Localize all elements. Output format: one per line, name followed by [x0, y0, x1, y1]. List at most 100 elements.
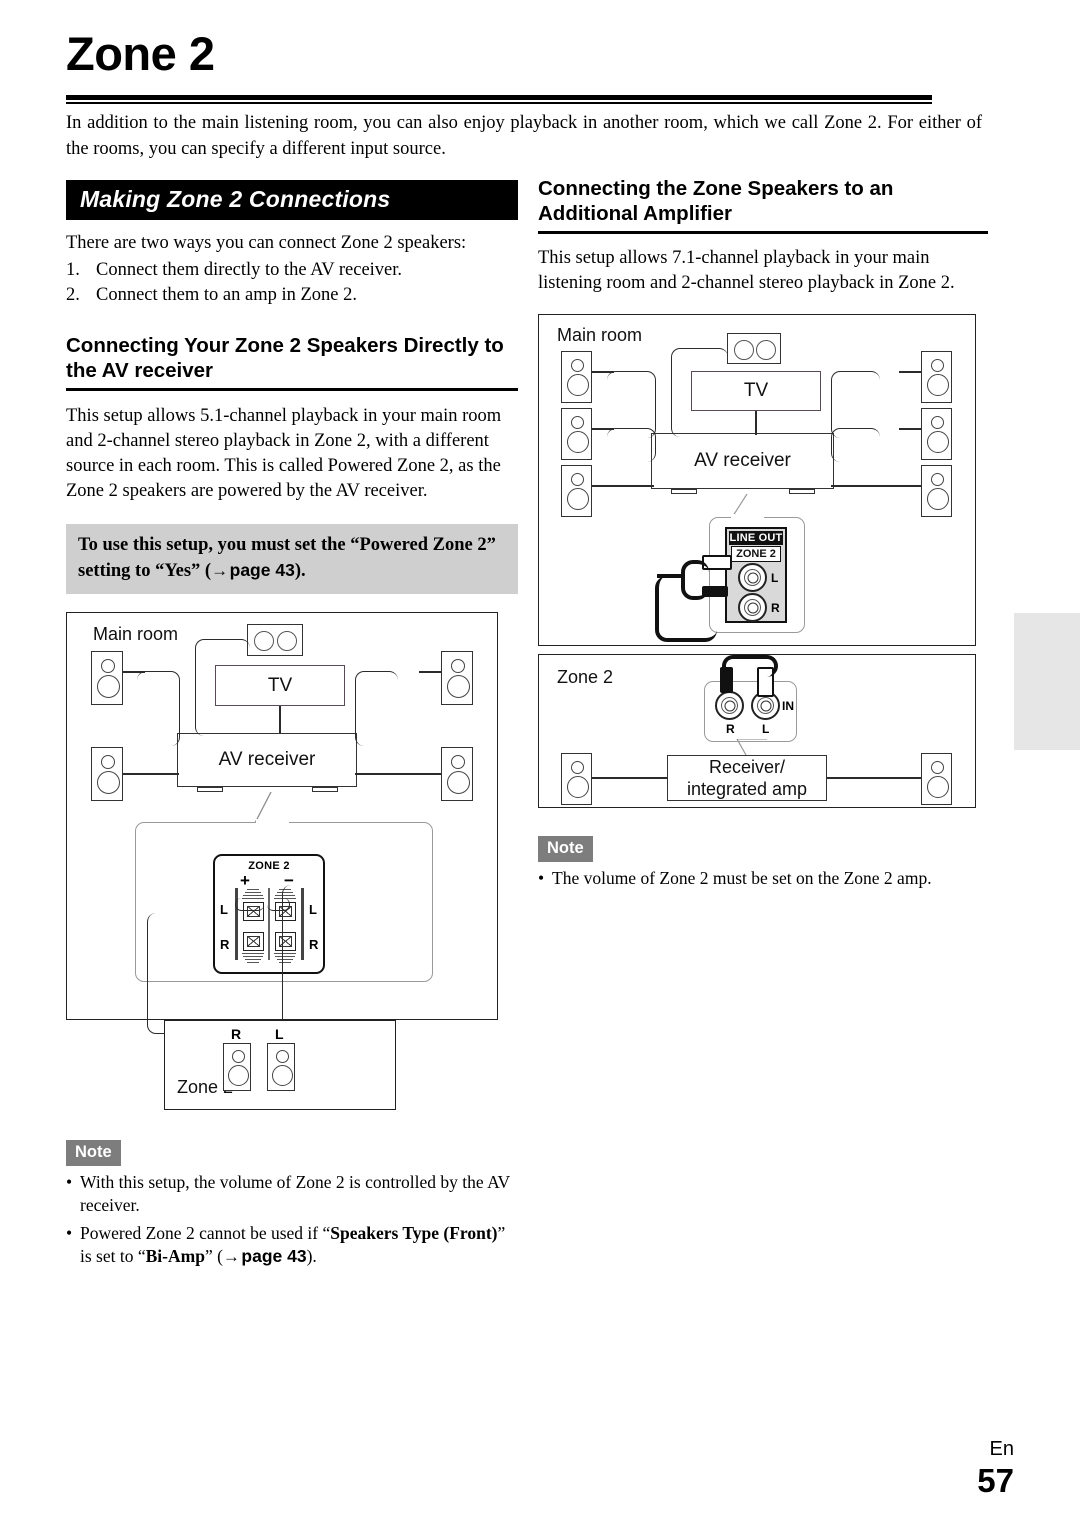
wire-center-speaker — [195, 639, 250, 736]
left-body-text: This setup allows 5.1-channel playback i… — [66, 406, 502, 501]
zone2-amp-room-diagram: Zone 2 IN R L Receiver/ integrated amp — [538, 654, 976, 808]
speaker-front-right — [441, 651, 473, 705]
cable-lineout-down — [655, 576, 717, 642]
manual-page: Zone 2 In addition to the main listening… — [0, 0, 1080, 1526]
tweeter-icon — [101, 659, 115, 673]
speaker-center — [247, 624, 303, 656]
zone2-speaker-r-label: R — [231, 1026, 242, 1042]
section-banner: Making Zone 2 Connections — [66, 180, 518, 220]
woofer-icon — [567, 776, 589, 798]
left-column: Making Zone 2 Connections There are two … — [66, 180, 518, 1268]
right-column: Connecting the Zone Speakers to an Addit… — [538, 176, 988, 890]
wire-zone2-left-run — [282, 885, 371, 1034]
note-item: • With this setup, the volume of Zone 2 … — [66, 1171, 518, 1217]
speaker-surround-back-left — [561, 465, 592, 517]
tweeter-icon — [101, 755, 115, 769]
note-text: With this setup, the volume of Zone 2 is… — [80, 1172, 510, 1215]
zone2-speaker-room: Zone 2 R L — [164, 1020, 396, 1110]
lineout-r-label: R — [771, 601, 780, 615]
woofer-icon — [927, 431, 949, 453]
tweeter-icon — [276, 1050, 289, 1063]
driver-icon — [734, 340, 754, 360]
receiver-foot — [312, 787, 338, 792]
left-notes-list: • With this setup, the volume of Zone 2 … — [66, 1171, 518, 1268]
bullet-icon: • — [538, 868, 545, 888]
tweeter-icon — [451, 755, 465, 769]
title-rule-thick — [66, 95, 932, 100]
woofer-icon — [228, 1065, 249, 1086]
woofer-icon — [927, 776, 949, 798]
tweeter-icon — [571, 761, 584, 774]
woofer-icon — [567, 431, 589, 453]
receiver-foot — [197, 787, 223, 792]
in-l-label: L — [762, 722, 770, 736]
footer-language: En — [989, 1438, 1014, 1460]
zone2-speaker-right — [921, 753, 952, 805]
wire-amp-to-right-speaker — [827, 777, 921, 779]
zone2-speaker-l-label: L — [275, 1026, 284, 1042]
arrow-icon: → — [211, 561, 229, 580]
speaker-front-right — [921, 351, 952, 403]
woofer-icon — [567, 488, 589, 510]
left-subheading: Connecting Your Zone 2 Speakers Directly… — [66, 334, 504, 382]
driver-icon — [254, 631, 274, 651]
callout-text-end: ). — [294, 561, 306, 581]
receiver-foot — [671, 489, 697, 494]
wire-center-speaker — [671, 348, 728, 437]
av-receiver-box: AV receiver — [651, 433, 834, 489]
note-item: • The volume of Zone 2 must be set on th… — [538, 867, 988, 890]
tweeter-icon — [451, 659, 465, 673]
speaker-surround-back-right — [921, 465, 952, 517]
note-text: The volume of Zone 2 must be set on the … — [552, 868, 932, 888]
wire-front-right — [899, 371, 921, 373]
tweeter-icon — [931, 416, 944, 429]
list-number: 1. — [66, 260, 80, 280]
av-receiver-box: AV receiver — [177, 733, 357, 787]
connection-methods-list: 1. Connect them directly to the AV recei… — [66, 258, 518, 308]
zone2-speaker-left — [267, 1043, 295, 1091]
lineout-jack-panel: LINE OUT ZONE 2 L R — [725, 527, 787, 623]
subheading-rule — [538, 231, 988, 234]
woofer-icon — [97, 771, 120, 794]
driver-icon — [277, 631, 297, 651]
note-item: • Powered Zone 2 cannot be used if “Spea… — [66, 1222, 518, 1268]
amp-label-line1: Receiver/ — [708, 757, 786, 777]
wire-surround-left — [123, 773, 179, 775]
receiver-foot — [789, 489, 815, 494]
woofer-icon — [927, 488, 949, 510]
zone2-speaker-left — [561, 753, 592, 805]
wire-front-left-bend — [137, 671, 180, 746]
callout-page-ref: page 43 — [229, 560, 295, 580]
arrow-icon: → — [222, 1247, 240, 1266]
speaker-center — [727, 333, 781, 364]
subheading-rule — [66, 388, 518, 391]
tweeter-icon — [571, 416, 584, 429]
zone2-room-label: Zone 2 — [557, 667, 614, 687]
tweeter-icon — [571, 359, 584, 372]
right-note-section: Note • The volume of Zone 2 must be set … — [538, 836, 988, 890]
intro-paragraph: In addition to the main listening room, … — [66, 113, 982, 159]
zone2-speaker-right — [223, 1043, 251, 1091]
diagram-room-label: Main room — [93, 624, 179, 644]
diagram-room-label: Main room — [557, 325, 643, 345]
wire-surround-right — [899, 428, 921, 430]
bullet-icon: • — [66, 1223, 73, 1243]
title-rule-thin — [66, 102, 932, 104]
in-r-label: R — [726, 722, 735, 736]
wire-tv — [755, 411, 757, 435]
zone2-amp-main-room-diagram: Main room TV AV receiver LINE OUT ZONE 2… — [538, 314, 976, 646]
woofer-icon — [447, 771, 470, 794]
speaker-surround-right — [441, 747, 473, 801]
list-item: 2. Connect them to an amp in Zone 2. — [66, 283, 518, 308]
note-badge: Note — [66, 1140, 121, 1166]
wire-surround-back-right — [831, 485, 921, 487]
rca-jack-left — [738, 563, 767, 592]
right-body-text: This setup allows 7.1-channel playback i… — [538, 248, 955, 293]
tweeter-icon — [931, 473, 944, 486]
lineout-l-label: L — [771, 571, 779, 585]
powered-zone2-diagram: Main room TV AV receiver ZONE 2 + − L L … — [66, 612, 498, 1034]
thumb-index-tab — [1014, 613, 1080, 750]
wire-tv — [279, 706, 281, 734]
footer-page-number: 57 — [977, 1462, 1014, 1499]
amp-label-line2: integrated amp — [686, 779, 808, 799]
